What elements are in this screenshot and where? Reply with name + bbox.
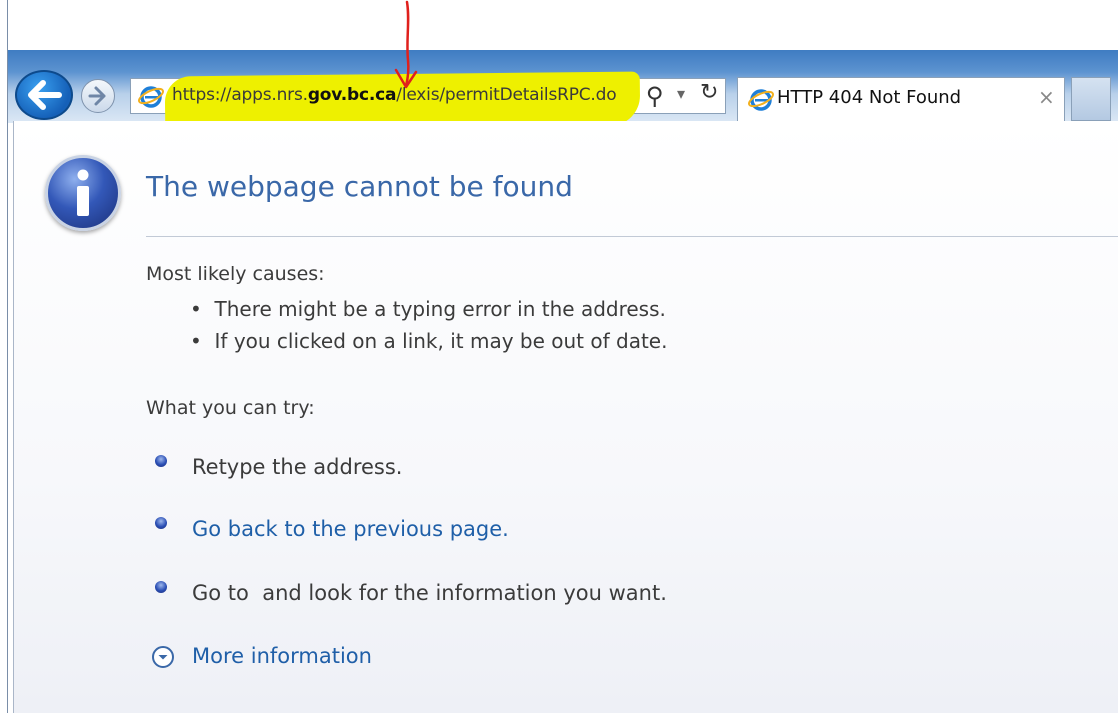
internet-explorer-icon xyxy=(138,86,164,108)
bullet-icon xyxy=(155,455,167,467)
try-heading: What you can try: xyxy=(146,397,315,419)
title-divider xyxy=(146,236,1118,237)
more-information-link[interactable]: More information xyxy=(192,644,372,668)
cause-item: • If you clicked on a link, it may be ou… xyxy=(190,329,668,353)
chevron-down-circle-icon[interactable] xyxy=(152,646,174,668)
back-button[interactable] xyxy=(15,70,73,120)
go-back-link[interactable]: Go back to the previous page. xyxy=(192,517,509,541)
search-icon[interactable]: ⚲ xyxy=(646,82,664,110)
bullet-icon xyxy=(155,517,167,529)
action-retype: Retype the address. xyxy=(192,455,403,479)
refresh-icon[interactable]: ↻ xyxy=(700,80,718,105)
bullet-icon xyxy=(155,581,167,593)
forward-button[interactable] xyxy=(81,79,115,113)
tab-internet-explorer-icon xyxy=(748,89,774,111)
arrow-right-icon xyxy=(88,86,106,106)
page-title: The webpage cannot be found xyxy=(146,170,573,203)
address-dropdown-icon[interactable]: ▾ xyxy=(677,84,685,103)
url-prefix: https://apps.nrs. xyxy=(172,85,308,105)
url-domain: gov.bc.ca xyxy=(307,85,397,105)
arrow-left-icon xyxy=(28,80,62,110)
new-tab-button[interactable] xyxy=(1071,77,1111,121)
info-icon xyxy=(45,155,121,231)
tab-title: HTTP 404 Not Found xyxy=(777,87,962,108)
chevron-down-icon xyxy=(158,655,168,660)
action-go-to: Go to and look for the information you w… xyxy=(192,581,667,605)
close-icon[interactable]: × xyxy=(1038,85,1055,109)
annotation-arrow-icon xyxy=(394,0,418,89)
cause-text: If you clicked on a link, it may be out … xyxy=(214,329,668,353)
cause-item: • There might be a typing error in the a… xyxy=(190,297,666,321)
cause-text: There might be a typing error in the add… xyxy=(214,297,666,321)
info-glyph xyxy=(77,169,89,216)
causes-heading: Most likely causes: xyxy=(146,263,325,285)
